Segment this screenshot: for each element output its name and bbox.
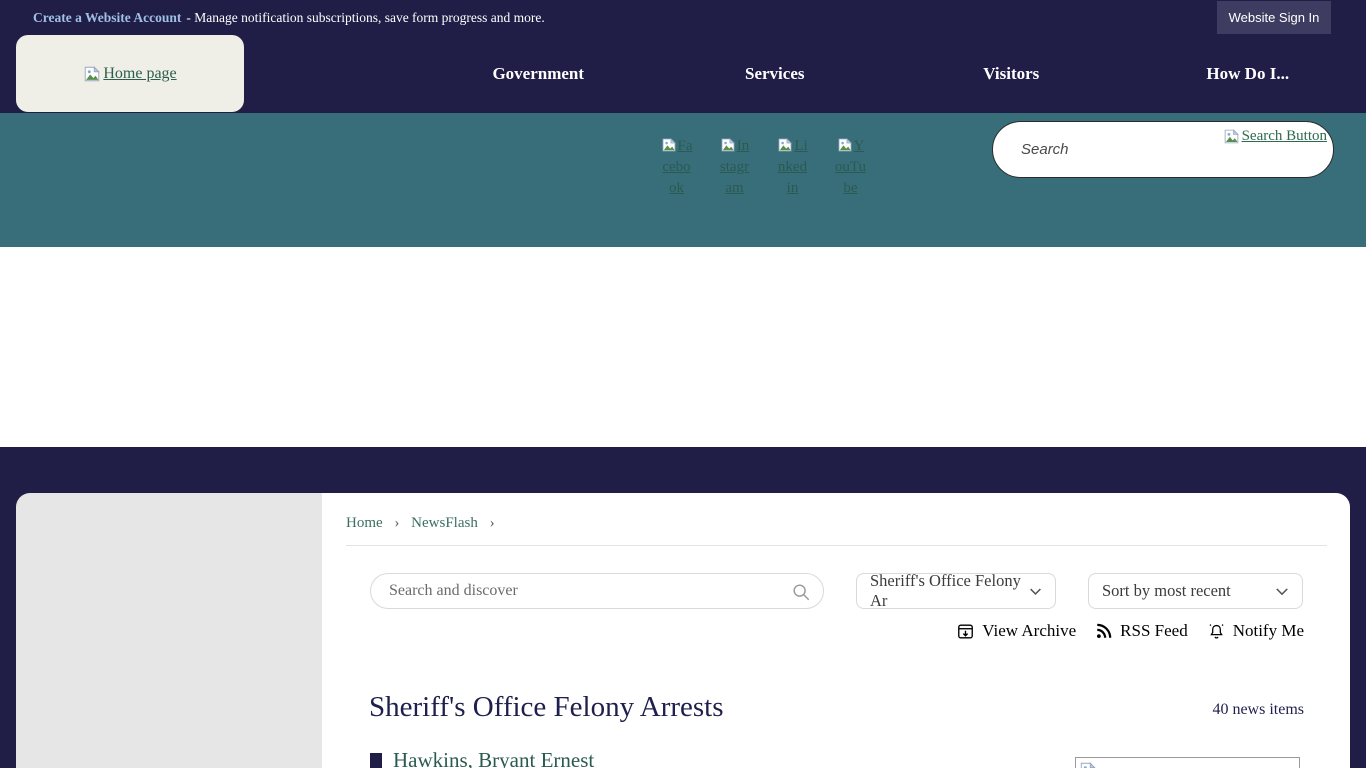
- site-search-input[interactable]: [1021, 122, 1211, 177]
- nav-item-services[interactable]: Services: [657, 35, 894, 113]
- search-button-link[interactable]: Search Button: [1223, 128, 1327, 145]
- site-search-box: Search Button: [992, 121, 1334, 178]
- category-select-value: Sheriff's Office Felony Ar: [870, 571, 1029, 611]
- broken-image-icon: [837, 137, 853, 153]
- search-icon[interactable]: [791, 582, 811, 602]
- broken-image-icon: [1079, 761, 1097, 768]
- news-search-box: [370, 573, 824, 609]
- breadcrumb-separator: ›: [394, 515, 399, 531]
- website-sign-in-button[interactable]: Website Sign In: [1217, 1, 1331, 34]
- home-page-link-label: Home page: [103, 65, 176, 83]
- chevron-down-icon: [1029, 587, 1042, 596]
- left-sidebar-panel: [16, 493, 322, 768]
- hero-spacer: [0, 247, 1366, 447]
- view-archive-label: View Archive: [982, 621, 1076, 641]
- main-nav-bar: Home page Government Services Visitors H…: [0, 35, 1366, 113]
- breadcrumb-divider: [346, 545, 1327, 546]
- broken-image-icon: [83, 65, 101, 83]
- rss-feed-label: RSS Feed: [1120, 621, 1188, 641]
- broken-image-icon: [777, 137, 793, 153]
- news-item-title-link[interactable]: Hawkins, Bryant Ernest: [393, 748, 594, 768]
- nav-item-how-do-i[interactable]: How Do I...: [1130, 35, 1366, 113]
- page: Create a Website Account - Manage notifi…: [0, 0, 1366, 768]
- bell-icon: [1207, 622, 1226, 641]
- main-content: Home › NewsFlash › Sheriff's Office Felo…: [322, 493, 1350, 768]
- header-band: Facebook Instagram Linkedin YouTube Sear…: [0, 113, 1366, 247]
- top-utility-bar: Create a Website Account - Manage notifi…: [0, 0, 1366, 35]
- breadcrumb-newsflash-link[interactable]: NewsFlash: [411, 515, 478, 531]
- account-message: Create a Website Account - Manage notifi…: [33, 0, 545, 35]
- facebook-link[interactable]: Facebook: [660, 136, 693, 199]
- create-account-link[interactable]: Create a Website Account: [33, 10, 181, 26]
- notify-me-link[interactable]: Notify Me: [1207, 621, 1304, 641]
- archive-icon: [956, 622, 975, 641]
- page-title: Sheriff's Office Felony Arrests: [369, 691, 724, 724]
- nav-item-government[interactable]: Government: [420, 35, 657, 113]
- news-list-item: Hawkins, Bryant Ernest: [370, 748, 594, 768]
- sort-select-value: Sort by most recent: [1102, 581, 1231, 601]
- broken-image-icon: [720, 137, 736, 153]
- youtube-link[interactable]: YouTube: [834, 136, 867, 199]
- instagram-link[interactable]: Instagram: [718, 136, 751, 199]
- sort-select[interactable]: Sort by most recent: [1088, 573, 1303, 609]
- linkedin-link[interactable]: Linkedin: [776, 136, 809, 199]
- nav-item-visitors[interactable]: Visitors: [893, 35, 1130, 113]
- news-item-bullet: [370, 753, 382, 768]
- lower-section: Home › NewsFlash › Sheriff's Office Felo…: [0, 447, 1366, 768]
- home-page-link[interactable]: Home page: [83, 65, 176, 83]
- notify-me-label: Notify Me: [1233, 621, 1304, 641]
- breadcrumb: Home › NewsFlash ›: [346, 515, 503, 532]
- view-archive-link[interactable]: View Archive: [956, 621, 1076, 641]
- news-search-input[interactable]: [389, 574, 779, 608]
- news-count: 40 news items: [1212, 701, 1304, 719]
- social-links: Facebook Instagram Linkedin YouTube: [660, 136, 867, 199]
- filter-controls: Sheriff's Office Felony Ar Sort by most …: [322, 573, 1350, 609]
- broken-image-icon: [1223, 128, 1240, 145]
- category-select[interactable]: Sheriff's Office Felony Ar: [856, 573, 1056, 609]
- chevron-down-icon: [1275, 587, 1289, 596]
- rss-icon: [1095, 622, 1113, 640]
- primary-nav: Government Services Visitors How Do I...: [420, 35, 1366, 113]
- content-card: Home › NewsFlash › Sheriff's Office Felo…: [16, 493, 1350, 768]
- search-button-label: Search Button: [1242, 128, 1327, 145]
- home-logo-card[interactable]: Home page: [16, 35, 244, 112]
- news-actions: View Archive RSS Feed Notify Me: [956, 621, 1304, 641]
- broken-image-icon: [661, 137, 677, 153]
- breadcrumb-home-link[interactable]: Home: [346, 515, 383, 531]
- rss-feed-link[interactable]: RSS Feed: [1095, 621, 1188, 641]
- breadcrumb-separator: ›: [490, 515, 495, 531]
- account-note-text: - Manage notification subscriptions, sav…: [186, 10, 544, 26]
- news-item-thumbnail[interactable]: [1075, 757, 1300, 768]
